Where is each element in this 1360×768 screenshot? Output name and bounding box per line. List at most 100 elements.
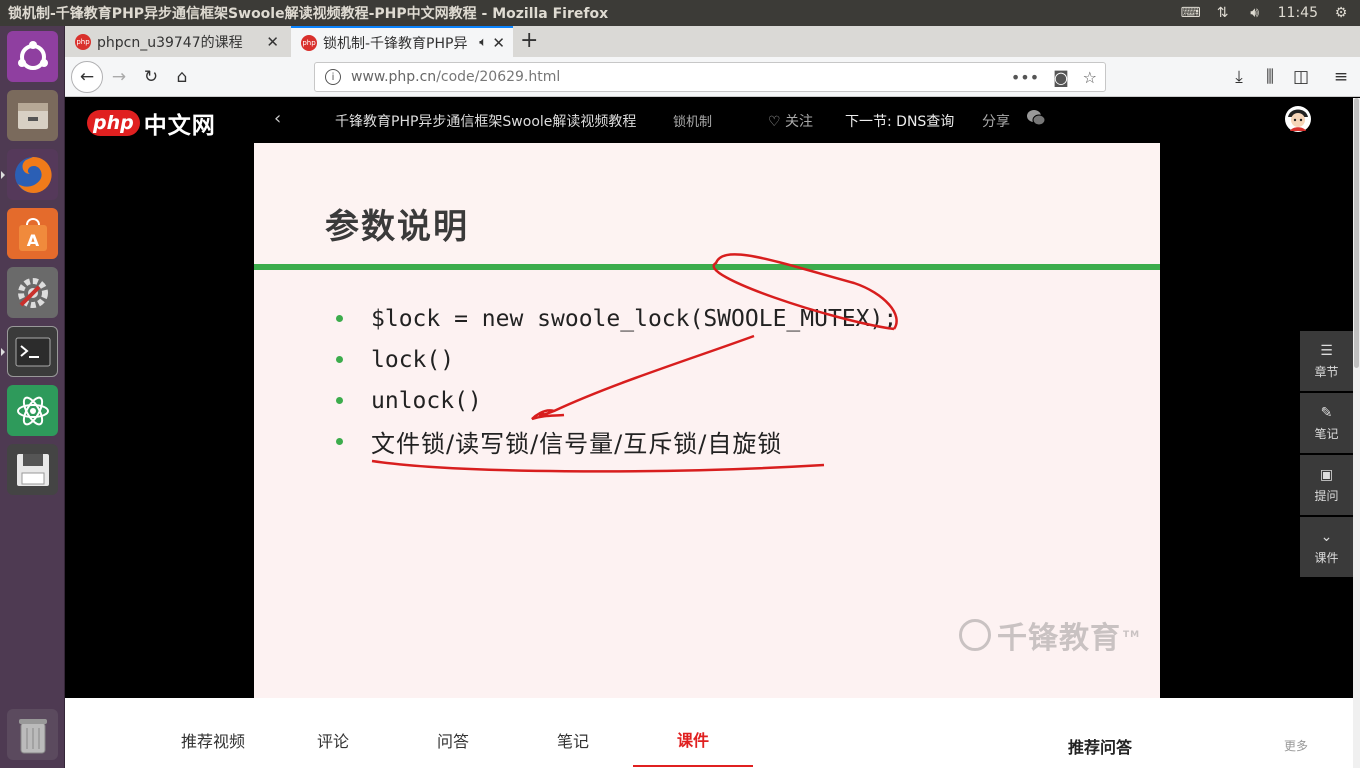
follow-label: 关注: [785, 114, 814, 130]
bullet-text: 文件锁/读写锁/信号量/互斥锁/自旋锁: [371, 430, 783, 458]
software-center-icon[interactable]: A: [7, 208, 58, 259]
php-favicon-icon: php: [75, 33, 91, 50]
heart-icon: ♡: [768, 114, 781, 130]
system-settings-icon[interactable]: [7, 267, 58, 318]
tab-courses[interactable]: php phpcn_u39747的课程 ✕: [65, 26, 287, 57]
watermark-logo: 千锋教育 TM: [959, 613, 1140, 657]
audio-playing-icon[interactable]: 🔈︎: [479, 35, 487, 50]
trash-icon[interactable]: [7, 709, 58, 760]
bullet-dot: [336, 356, 343, 363]
new-tab-icon[interactable]: +: [520, 28, 538, 53]
url-path: /code/20629.html: [436, 69, 561, 85]
notes-button[interactable]: ✎ 笔记: [1300, 393, 1353, 453]
tab-label: phpcn_u39747的课程: [97, 34, 243, 51]
php-cn-logo[interactable]: php 中文网: [87, 106, 216, 140]
tab-label: 锁机制-千锋教育PHP异: [323, 35, 468, 52]
running-indicator: [1, 348, 5, 356]
list-icon: ☰: [1320, 342, 1333, 359]
chevron-left-icon[interactable]: ‹: [274, 108, 281, 129]
next-lesson-link[interactable]: 下一节: DNS查询: [845, 111, 954, 131]
tab-lock-mechanism[interactable]: php 锁机制-千锋教育PHP异 🔈︎ ✕: [291, 26, 513, 57]
more-link[interactable]: 更多: [1284, 737, 1308, 754]
chapters-button[interactable]: ☰ 章节: [1300, 331, 1353, 391]
back-arrow-icon[interactable]: ←: [71, 61, 103, 93]
window-title: 锁机制-千锋教育PHP异步通信框架Swoole解读视频教程-PHP中文网教程 -…: [8, 6, 609, 22]
slide-bullet-list: $lock = new swoole_lock(SWOOLE_MUTEX); l…: [336, 298, 897, 462]
scrollbar-thumb[interactable]: [1354, 98, 1359, 368]
tab-comments[interactable]: 评论: [317, 728, 349, 752]
tool-label: 课件: [1314, 550, 1339, 565]
bullet-dot: [336, 397, 343, 404]
atom-editor-icon[interactable]: [7, 385, 58, 436]
bullet-item: unlock(): [336, 380, 897, 421]
navigation-toolbar: ← → ↻ ⌂ i www.php.cn /code/20629.html ••…: [65, 57, 1360, 97]
course-title[interactable]: 千锋教育PHP异步通信框架Swoole解读视频教程: [335, 111, 636, 131]
ubuntu-dash-icon[interactable]: [7, 31, 58, 82]
video-slide[interactable]: 参数说明 $lock = new swoole_lock(SWOOLE_MUTE…: [254, 143, 1160, 698]
comment-icon: ▣: [1319, 466, 1334, 483]
web-page: php 中文网 ‹ 千锋教育PHP异步通信框架Swoole解读视频教程 锁机制 …: [65, 98, 1353, 768]
library-icon[interactable]: ⫼: [1258, 65, 1282, 89]
close-tab-icon[interactable]: ✕: [266, 33, 279, 51]
network-icon[interactable]: ⇅: [1214, 5, 1232, 21]
menu-hamburger-icon[interactable]: ≡: [1329, 65, 1353, 89]
bullet-dot: [336, 315, 343, 322]
site-info-icon[interactable]: i: [325, 69, 341, 85]
page-scrollbar[interactable]: [1353, 98, 1360, 768]
pocket-icon[interactable]: ◙: [1053, 68, 1069, 87]
wechat-icon[interactable]: [1026, 109, 1046, 131]
system-top-bar: 锁机制-千锋教育PHP异步通信框架Swoole解读视频教程-PHP中文网教程 -…: [0, 0, 1360, 26]
site-header: php 中文网 ‹ 千锋教育PHP异步通信框架Swoole解读视频教程 锁机制 …: [65, 98, 1353, 143]
tab-courseware[interactable]: 课件: [677, 727, 709, 751]
slide-heading: 参数说明: [325, 207, 469, 247]
svg-text:A: A: [26, 231, 39, 250]
terminal-icon[interactable]: [7, 326, 58, 377]
tab-qa[interactable]: 问答: [437, 728, 469, 752]
bullet-item: 文件锁/读写锁/信号量/互斥锁/自旋锁: [336, 421, 897, 462]
courseware-button[interactable]: ⌄ 课件: [1300, 517, 1353, 577]
tool-label: 提问: [1314, 488, 1339, 503]
side-toolbar: ☰ 章节 ✎ 笔记 ▣ 提问 ⌄ 课件: [1300, 331, 1353, 579]
system-tray: ⌨ ⇅ 🔊︎ 11:45 ⚙: [1181, 5, 1360, 21]
php-favicon-icon: php: [301, 34, 317, 51]
bullet-dot: [336, 438, 343, 445]
bullet-text: unlock(): [371, 387, 482, 414]
slide-divider: [254, 264, 1160, 270]
forward-arrow-icon[interactable]: →: [107, 65, 131, 89]
url-bar[interactable]: i www.php.cn /code/20629.html ••• ◙ ☆: [314, 62, 1106, 92]
bookmark-star-icon[interactable]: ☆: [1083, 68, 1097, 87]
watermark-tm: TM: [1123, 630, 1141, 640]
follow-button[interactable]: ♡ 关注: [768, 111, 813, 131]
watermark-icon: [959, 619, 991, 651]
bullet-text: $lock = new swoole_lock(SWOOLE_MUTEX);: [371, 305, 898, 332]
bottom-tab-bar: 推荐视频 评论 问答 笔记 课件 推荐问答 更多: [65, 698, 1353, 768]
chevron-down-icon: ⌄: [1320, 528, 1333, 545]
logo-cn: 中文网: [143, 113, 216, 139]
share-label[interactable]: 分享: [982, 111, 1010, 131]
tab-recommended-videos[interactable]: 推荐视频: [181, 728, 245, 752]
files-icon[interactable]: [7, 90, 58, 141]
tool-label: 笔记: [1314, 426, 1339, 441]
bullet-text: lock(): [371, 346, 455, 373]
settings-gear-icon[interactable]: ⚙: [1332, 5, 1350, 21]
close-tab-icon[interactable]: ✕: [492, 34, 505, 52]
bullet-item: lock(): [336, 339, 897, 380]
volume-icon[interactable]: 🔊︎: [1246, 5, 1264, 21]
downloads-icon[interactable]: ⤓: [1227, 65, 1251, 89]
clock[interactable]: 11:45: [1278, 5, 1318, 21]
page-actions-icon[interactable]: •••: [1011, 68, 1039, 87]
bullet-item: $lock = new swoole_lock(SWOOLE_MUTEX);: [336, 298, 897, 339]
pencil-icon: ✎: [1320, 404, 1333, 421]
unity-launcher: A: [0, 26, 65, 768]
keyboard-icon[interactable]: ⌨: [1181, 5, 1201, 21]
firefox-icon[interactable]: [7, 149, 58, 200]
ask-question-button[interactable]: ▣ 提问: [1300, 455, 1353, 515]
url-host: www.php.cn: [351, 69, 437, 85]
home-icon[interactable]: ⌂: [170, 65, 194, 89]
save-disk-icon[interactable]: [7, 444, 58, 495]
logo-php: php: [87, 110, 140, 136]
sidebar-icon[interactable]: ◫: [1289, 65, 1313, 89]
user-avatar[interactable]: [1284, 105, 1312, 137]
tab-notes[interactable]: 笔记: [557, 728, 589, 752]
reload-icon[interactable]: ↻: [139, 65, 163, 89]
